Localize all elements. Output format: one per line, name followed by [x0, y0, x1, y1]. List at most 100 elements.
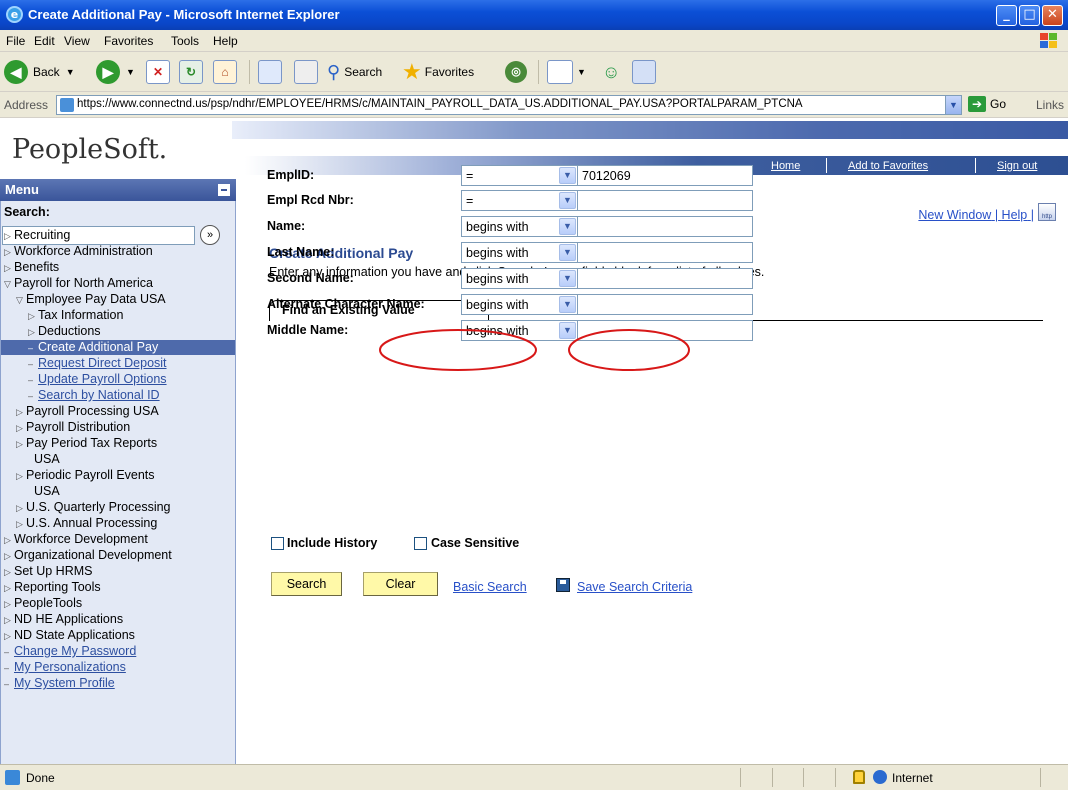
- forward-button[interactable]: ▶ ▼: [96, 58, 135, 86]
- menu-item[interactable]: ▽ Employee Pay Data USA: [16, 292, 166, 307]
- criteria-input[interactable]: [577, 294, 753, 315]
- menu-item[interactable]: ▷ U.S. Annual Processing: [16, 516, 157, 531]
- menu-item[interactable]: ▽ Payroll for North America: [4, 276, 153, 291]
- sign-out-link[interactable]: Sign out: [997, 160, 1037, 172]
- menu-item[interactable]: ▷ Benefits: [4, 260, 59, 275]
- chevron-down-icon[interactable]: ▼: [559, 218, 576, 235]
- http-link-icon[interactable]: http: [1038, 203, 1056, 221]
- include-history-checkbox[interactable]: [271, 537, 284, 550]
- search-button[interactable]: ⚲ Search: [327, 58, 382, 86]
- chevron-down-icon[interactable]: ▼: [559, 296, 576, 313]
- search-button[interactable]: Search: [271, 572, 342, 596]
- media-icon: ◎: [505, 61, 527, 83]
- menu-item[interactable]: – Change My Password: [4, 644, 136, 659]
- collapsed-triangle-icon: ▷: [4, 247, 11, 257]
- home-link[interactable]: Home: [771, 160, 800, 172]
- messenger-button[interactable]: ☺: [602, 58, 620, 86]
- menu-view[interactable]: View: [64, 34, 90, 48]
- criteria-input[interactable]: [577, 268, 753, 289]
- minimize-button[interactable]: _: [996, 5, 1017, 26]
- criteria-input[interactable]: 7012069: [577, 165, 753, 186]
- menu-item[interactable]: – My System Profile: [4, 676, 115, 691]
- menu-item[interactable]: ▷ Set Up HRMS: [4, 564, 93, 579]
- menu-search-go-icon[interactable]: »: [200, 225, 220, 245]
- operator-select[interactable]: begins with ▼: [461, 320, 578, 341]
- basic-search-link[interactable]: Basic Search: [453, 580, 527, 594]
- menu-item-label: Update Payroll Options: [38, 372, 167, 386]
- menu-help[interactable]: Help: [213, 34, 238, 48]
- history-button[interactable]: [258, 58, 282, 86]
- menu-item-label: Search by National ID: [38, 388, 160, 402]
- menu-item[interactable]: ▷ ND HE Applications: [4, 612, 123, 627]
- chevron-down-icon[interactable]: ▼: [559, 270, 576, 287]
- operator-select[interactable]: begins with ▼: [461, 268, 578, 289]
- operator-value: begins with: [466, 272, 529, 286]
- home-button[interactable]: ⌂: [213, 58, 237, 86]
- mail-button[interactable]: ▼: [547, 58, 586, 86]
- expanded-triangle-icon: ▽: [4, 279, 11, 289]
- chevron-down-icon[interactable]: ▼: [945, 96, 961, 114]
- menu-item[interactable]: ▷ Payroll Processing USA: [16, 404, 159, 419]
- new-window-link[interactable]: New Window: [918, 208, 991, 222]
- clear-button[interactable]: Clear: [363, 572, 438, 596]
- menu-item[interactable]: ▷ Payroll Distribution: [16, 420, 130, 435]
- chevron-down-icon[interactable]: ▼: [559, 244, 576, 261]
- menu-item[interactable]: ▷ Tax Information: [28, 308, 123, 323]
- menu-item-label: Tax Information: [38, 308, 124, 322]
- operator-select[interactable]: begins with ▼: [461, 216, 578, 237]
- menu-file[interactable]: File: [6, 34, 25, 48]
- go-button[interactable]: ➔ Go: [968, 96, 1006, 112]
- menu-item[interactable]: ▷ ND State Applications: [4, 628, 135, 643]
- menu-item[interactable]: – Update Payroll Options: [28, 372, 167, 387]
- back-button[interactable]: ◀ Back ▼: [4, 58, 75, 86]
- maximize-button[interactable]: □: [1019, 5, 1040, 26]
- stop-button[interactable]: ✕: [146, 58, 170, 86]
- menu-item[interactable]: USA: [24, 484, 60, 498]
- research-button[interactable]: [632, 58, 656, 86]
- menu-item[interactable]: – Search by National ID: [28, 388, 160, 403]
- menu-favorites[interactable]: Favorites: [104, 34, 153, 48]
- menu-item[interactable]: ▷ U.S. Quarterly Processing: [16, 500, 171, 515]
- favorites-button[interactable]: ★ Favorites: [402, 58, 474, 86]
- links-button[interactable]: Links: [1036, 98, 1064, 112]
- menu-item[interactable]: ▷ Deductions: [28, 324, 101, 339]
- media-button[interactable]: ◎: [505, 58, 527, 86]
- help-link[interactable]: Help: [1002, 208, 1028, 222]
- chevron-down-icon[interactable]: ▼: [559, 192, 576, 209]
- link-separator: |: [994, 208, 999, 222]
- operator-select[interactable]: begins with ▼: [461, 294, 578, 315]
- menu-item[interactable]: – My Personalizations: [4, 660, 126, 675]
- menu-item[interactable]: USA: [24, 452, 60, 466]
- chevron-down-icon[interactable]: ▼: [559, 322, 576, 339]
- menu-item[interactable]: ▷ Workforce Administration: [4, 244, 153, 259]
- menu-item[interactable]: ▷ Periodic Payroll Events: [16, 468, 155, 483]
- criteria-input[interactable]: [577, 320, 753, 341]
- collapse-menu-icon[interactable]: [218, 184, 230, 196]
- address-input[interactable]: https://www.connectnd.us/psp/ndhr/EMPLOY…: [56, 95, 962, 115]
- add-to-favorites-link[interactable]: Add to Favorites: [848, 160, 928, 172]
- save-search-criteria-link[interactable]: Save Search Criteria: [577, 580, 692, 594]
- bullet-dash-icon: –: [4, 647, 10, 657]
- criteria-input[interactable]: [577, 242, 753, 263]
- print-button[interactable]: [294, 58, 318, 86]
- menu-item[interactable]: ▷ PeopleTools: [4, 596, 82, 611]
- criteria-input[interactable]: [577, 216, 753, 237]
- chevron-down-icon[interactable]: ▼: [559, 167, 576, 184]
- menu-edit[interactable]: Edit: [34, 34, 55, 48]
- refresh-button[interactable]: ↻: [179, 58, 203, 86]
- case-sensitive-checkbox[interactable]: [414, 537, 427, 550]
- menu-item[interactable]: ▷ Reporting Tools: [4, 580, 101, 595]
- menu-item[interactable]: – Create Additional Pay: [1, 340, 235, 355]
- menu-item[interactable]: ▷ Workforce Development: [4, 532, 148, 547]
- menu-tools[interactable]: Tools: [171, 34, 199, 48]
- menu-item[interactable]: – Request Direct Deposit: [28, 356, 167, 371]
- menu-item[interactable]: ▷ Recruiting: [4, 228, 70, 243]
- close-button[interactable]: ✕: [1042, 5, 1063, 26]
- criteria-input[interactable]: [577, 190, 753, 211]
- operator-select[interactable]: = ▼: [461, 190, 578, 211]
- status-bar: Done Internet: [0, 764, 1068, 790]
- operator-select[interactable]: = ▼: [461, 165, 578, 186]
- menu-item[interactable]: ▷ Pay Period Tax Reports: [16, 436, 157, 451]
- menu-item[interactable]: ▷ Organizational Development: [4, 548, 172, 563]
- operator-select[interactable]: begins with ▼: [461, 242, 578, 263]
